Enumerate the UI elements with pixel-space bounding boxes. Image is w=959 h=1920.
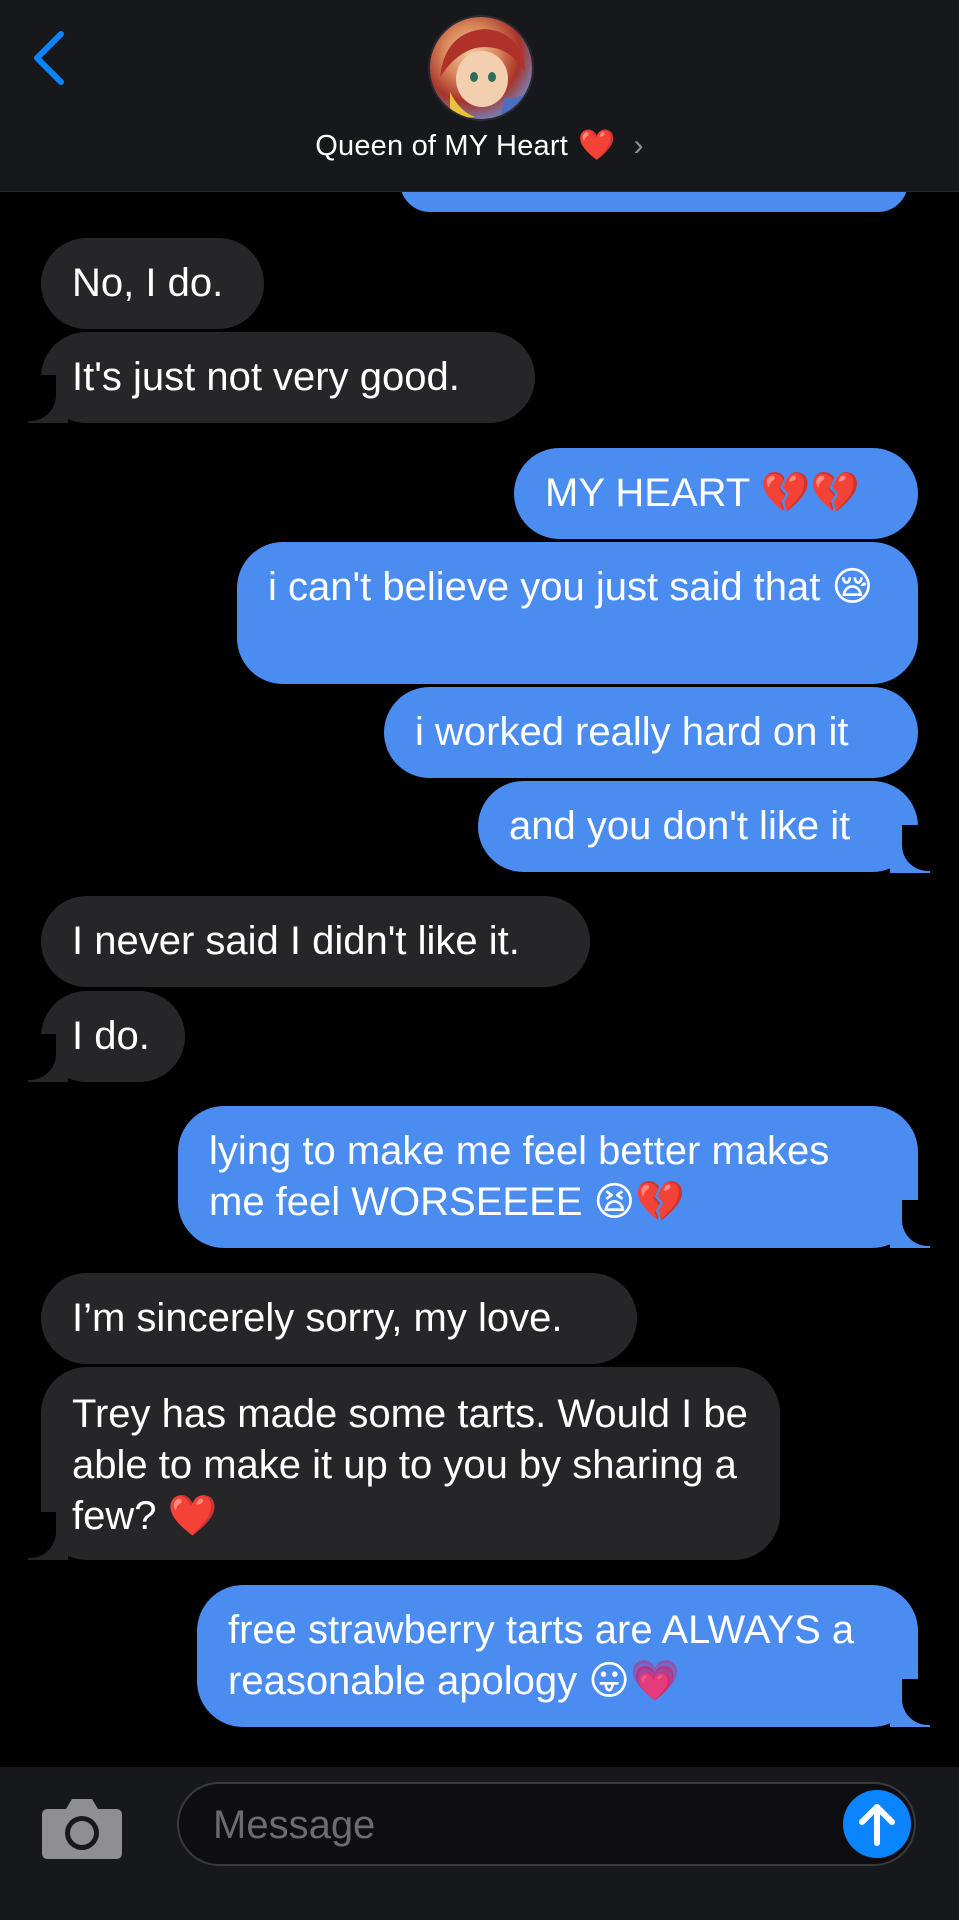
chevron-right-icon: › [633, 129, 644, 162]
message-bubble-received[interactable]: No, I do. [41, 238, 264, 329]
message-text: I’m sincerely sorry, my love. [72, 1296, 563, 1340]
send-button[interactable] [843, 1790, 911, 1858]
message-bubble-received[interactable]: Trey has made some tarts. Would I be abl… [41, 1367, 780, 1560]
message-bubble-sent[interactable]: i worked really hard on it [384, 687, 918, 778]
camera-button[interactable] [40, 1795, 124, 1861]
camera-icon [42, 1799, 122, 1859]
message-bubble-received[interactable]: I’m sincerely sorry, my love. [41, 1273, 637, 1364]
message-bubble-sent[interactable]: free strawberry tarts are ALWAYS a reaso… [197, 1585, 918, 1727]
message-text: i can't believe you just said that 😪 [268, 565, 874, 609]
message-bubble-sent[interactable]: lying to make me feel better makes me fe… [178, 1106, 918, 1248]
contact-name[interactable]: Queen of MY Heart ❤️ › [0, 128, 959, 163]
message-text: i worked really hard on it [415, 710, 849, 754]
message-text: free strawberry tarts are ALWAYS a reaso… [228, 1608, 855, 1703]
heart-icon: ❤️ [577, 129, 616, 162]
back-button[interactable] [24, 26, 74, 90]
message-bubble-sent[interactable]: MY HEART 💔💔 [514, 448, 918, 539]
bubble-tail [22, 375, 68, 423]
message-text: and you don't like it [509, 804, 851, 848]
message-bubble-sent[interactable]: and you don't like it [478, 781, 918, 872]
bubble-tail [890, 1679, 936, 1727]
message-text: It's just not very good. [72, 355, 460, 399]
message-text: lying to make me feel better makes me fe… [209, 1129, 830, 1224]
message-bubble-received[interactable]: It's just not very good. [41, 332, 535, 423]
chevron-left-icon [34, 31, 64, 85]
message-input[interactable] [211, 1784, 775, 1866]
message-bubble-received[interactable]: I never said I didn't like it. [41, 896, 590, 987]
bubble-tail [890, 825, 936, 873]
contact-avatar[interactable] [428, 15, 534, 121]
message-text: I do. [72, 1014, 150, 1058]
conversation-header: Queen of MY Heart ❤️ › [0, 0, 959, 192]
bubble-tail [22, 1512, 68, 1560]
compose-bar [0, 1767, 959, 1920]
message-text: MY HEART 💔💔 [545, 471, 861, 515]
message-input-field[interactable] [177, 1782, 916, 1866]
bubble-tail [22, 1034, 68, 1082]
message-text: No, I do. [72, 261, 224, 305]
message-text: I never said I didn't like it. [72, 919, 520, 963]
bubble-tail [890, 1200, 936, 1248]
message-text: Trey has made some tarts. Would I be abl… [72, 1392, 748, 1538]
contact-name-text: Queen of MY Heart [315, 130, 568, 162]
arrow-up-icon [859, 1804, 895, 1846]
message-bubble-sent[interactable]: i can't believe you just said that 😪 [237, 542, 918, 684]
